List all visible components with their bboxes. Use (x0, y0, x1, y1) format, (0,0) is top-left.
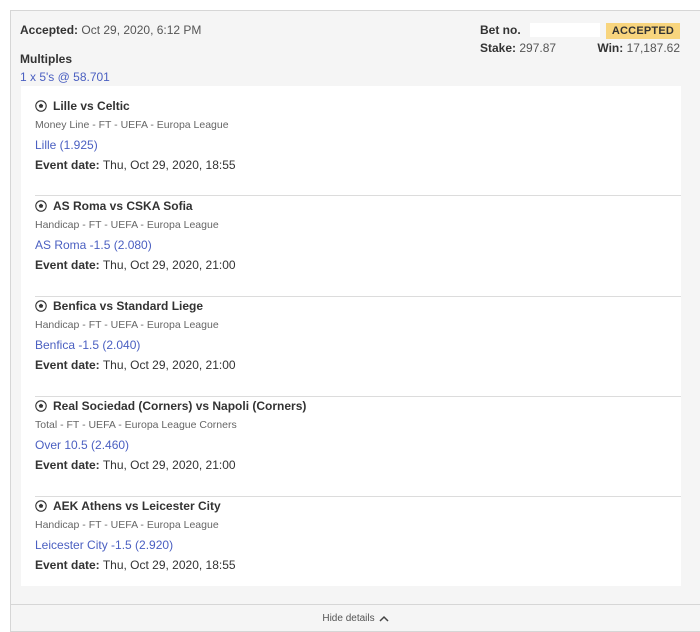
market-info: Money Line - FT - UEFA - Europa League (35, 119, 229, 131)
bet-summary: Bet no. ACCEPTED Stake: 297.87 Win: 17,1… (480, 23, 680, 63)
selection-item: AEK Athens vs Leicester City Handicap - … (35, 486, 681, 586)
market-info: Handicap - FT - UEFA - Europa League (35, 319, 219, 331)
hide-details-label: Hide details (322, 613, 375, 624)
stake-value: 297.87 (519, 41, 557, 55)
event-date-label: Event date: (35, 258, 100, 272)
accepted-row: Accepted: Oct 29, 2020, 6:12 PM (20, 23, 201, 37)
bet-number-redacted (530, 23, 600, 37)
bet-number-label: Bet no. (480, 23, 521, 37)
selection-item: AS Roma vs CSKA Sofia Handicap - FT - UE… (35, 186, 681, 286)
market-info: Handicap - FT - UEFA - Europa League (35, 219, 219, 231)
selection-title: Benfica vs Standard Liege (35, 299, 203, 313)
soccer-ball-icon (35, 200, 47, 212)
footer-divider (11, 604, 700, 605)
soccer-ball-icon (35, 100, 47, 112)
event-date: Event date: Thu, Oct 29, 2020, 18:55 (35, 558, 236, 572)
win-value: 17,187.62 (626, 41, 680, 55)
hide-details-button[interactable]: Hide details (11, 613, 700, 624)
event-date: Event date: Thu, Oct 29, 2020, 21:00 (35, 458, 236, 472)
event-date-value: Thu, Oct 29, 2020, 21:00 (102, 358, 236, 372)
stake-label: Stake: (480, 41, 517, 55)
selection-item: Benfica vs Standard Liege Handicap - FT … (35, 286, 681, 386)
pick: Lille (1.925) (35, 138, 98, 152)
selection-title: AS Roma vs CSKA Sofia (35, 199, 193, 213)
stake: Stake: 297.87 (480, 41, 556, 55)
accepted-time: Oct 29, 2020, 6:12 PM (81, 23, 202, 37)
event-date-label: Event date: (35, 158, 100, 172)
event-date-value: Thu, Oct 29, 2020, 21:00 (102, 258, 236, 272)
win: Win: 17,187.62 (597, 41, 680, 55)
market-info: Handicap - FT - UEFA - Europa League (35, 519, 219, 531)
event-date-label: Event date: (35, 358, 100, 372)
event-date-value: Thu, Oct 29, 2020, 18:55 (102, 158, 236, 172)
event-date: Event date: Thu, Oct 29, 2020, 21:00 (35, 258, 236, 272)
win-label: Win: (597, 41, 624, 55)
match-name: AS Roma vs CSKA Sofia (53, 199, 193, 213)
pick: Benfica -1.5 (2.040) (35, 338, 141, 352)
event-date: Event date: Thu, Oct 29, 2020, 18:55 (35, 158, 236, 172)
match-name: AEK Athens vs Leicester City (53, 499, 221, 513)
event-date: Event date: Thu, Oct 29, 2020, 21:00 (35, 358, 236, 372)
chevron-up-icon (379, 615, 389, 622)
match-name: Benfica vs Standard Liege (53, 299, 204, 313)
selection-title: Lille vs Celtic (35, 99, 130, 113)
soccer-ball-icon (35, 500, 47, 512)
status-badge: ACCEPTED (605, 23, 680, 39)
event-date-label: Event date: (35, 458, 100, 472)
match-name: Lille vs Celtic (53, 99, 130, 113)
bet-card: Accepted: Oct 29, 2020, 6:12 PM Multiple… (10, 10, 700, 632)
accepted-label: Accepted: (20, 23, 79, 37)
soccer-ball-icon (35, 300, 47, 312)
bet-header: Accepted: Oct 29, 2020, 6:12 PM Multiple… (20, 20, 690, 90)
soccer-ball-icon (35, 400, 47, 412)
selection-item: Real Sociedad (Corners) vs Napoli (Corne… (35, 386, 681, 486)
bet-type: Multiples (20, 52, 73, 66)
selection-title: Real Sociedad (Corners) vs Napoli (Corne… (35, 399, 306, 413)
pick: Leicester City -1.5 (2.920) (35, 538, 174, 552)
bet-combo: 1 x 5's @ 58.701 (20, 70, 110, 84)
event-date-label: Event date: (35, 558, 100, 572)
pick: AS Roma -1.5 (2.080) (35, 238, 152, 252)
pick: Over 10.5 (2.460) (35, 438, 130, 452)
match-name: Real Sociedad (Corners) vs Napoli (Corne… (53, 399, 307, 413)
event-date-value: Thu, Oct 29, 2020, 18:55 (102, 558, 236, 572)
selection-title: AEK Athens vs Leicester City (35, 499, 221, 513)
selections-panel: Lille vs Celtic Money Line - FT - UEFA -… (21, 86, 681, 586)
event-date-value: Thu, Oct 29, 2020, 21:00 (102, 458, 236, 472)
market-info: Total - FT - UEFA - Europa League Corner… (35, 419, 237, 431)
selection-item: Lille vs Celtic Money Line - FT - UEFA -… (35, 86, 681, 186)
